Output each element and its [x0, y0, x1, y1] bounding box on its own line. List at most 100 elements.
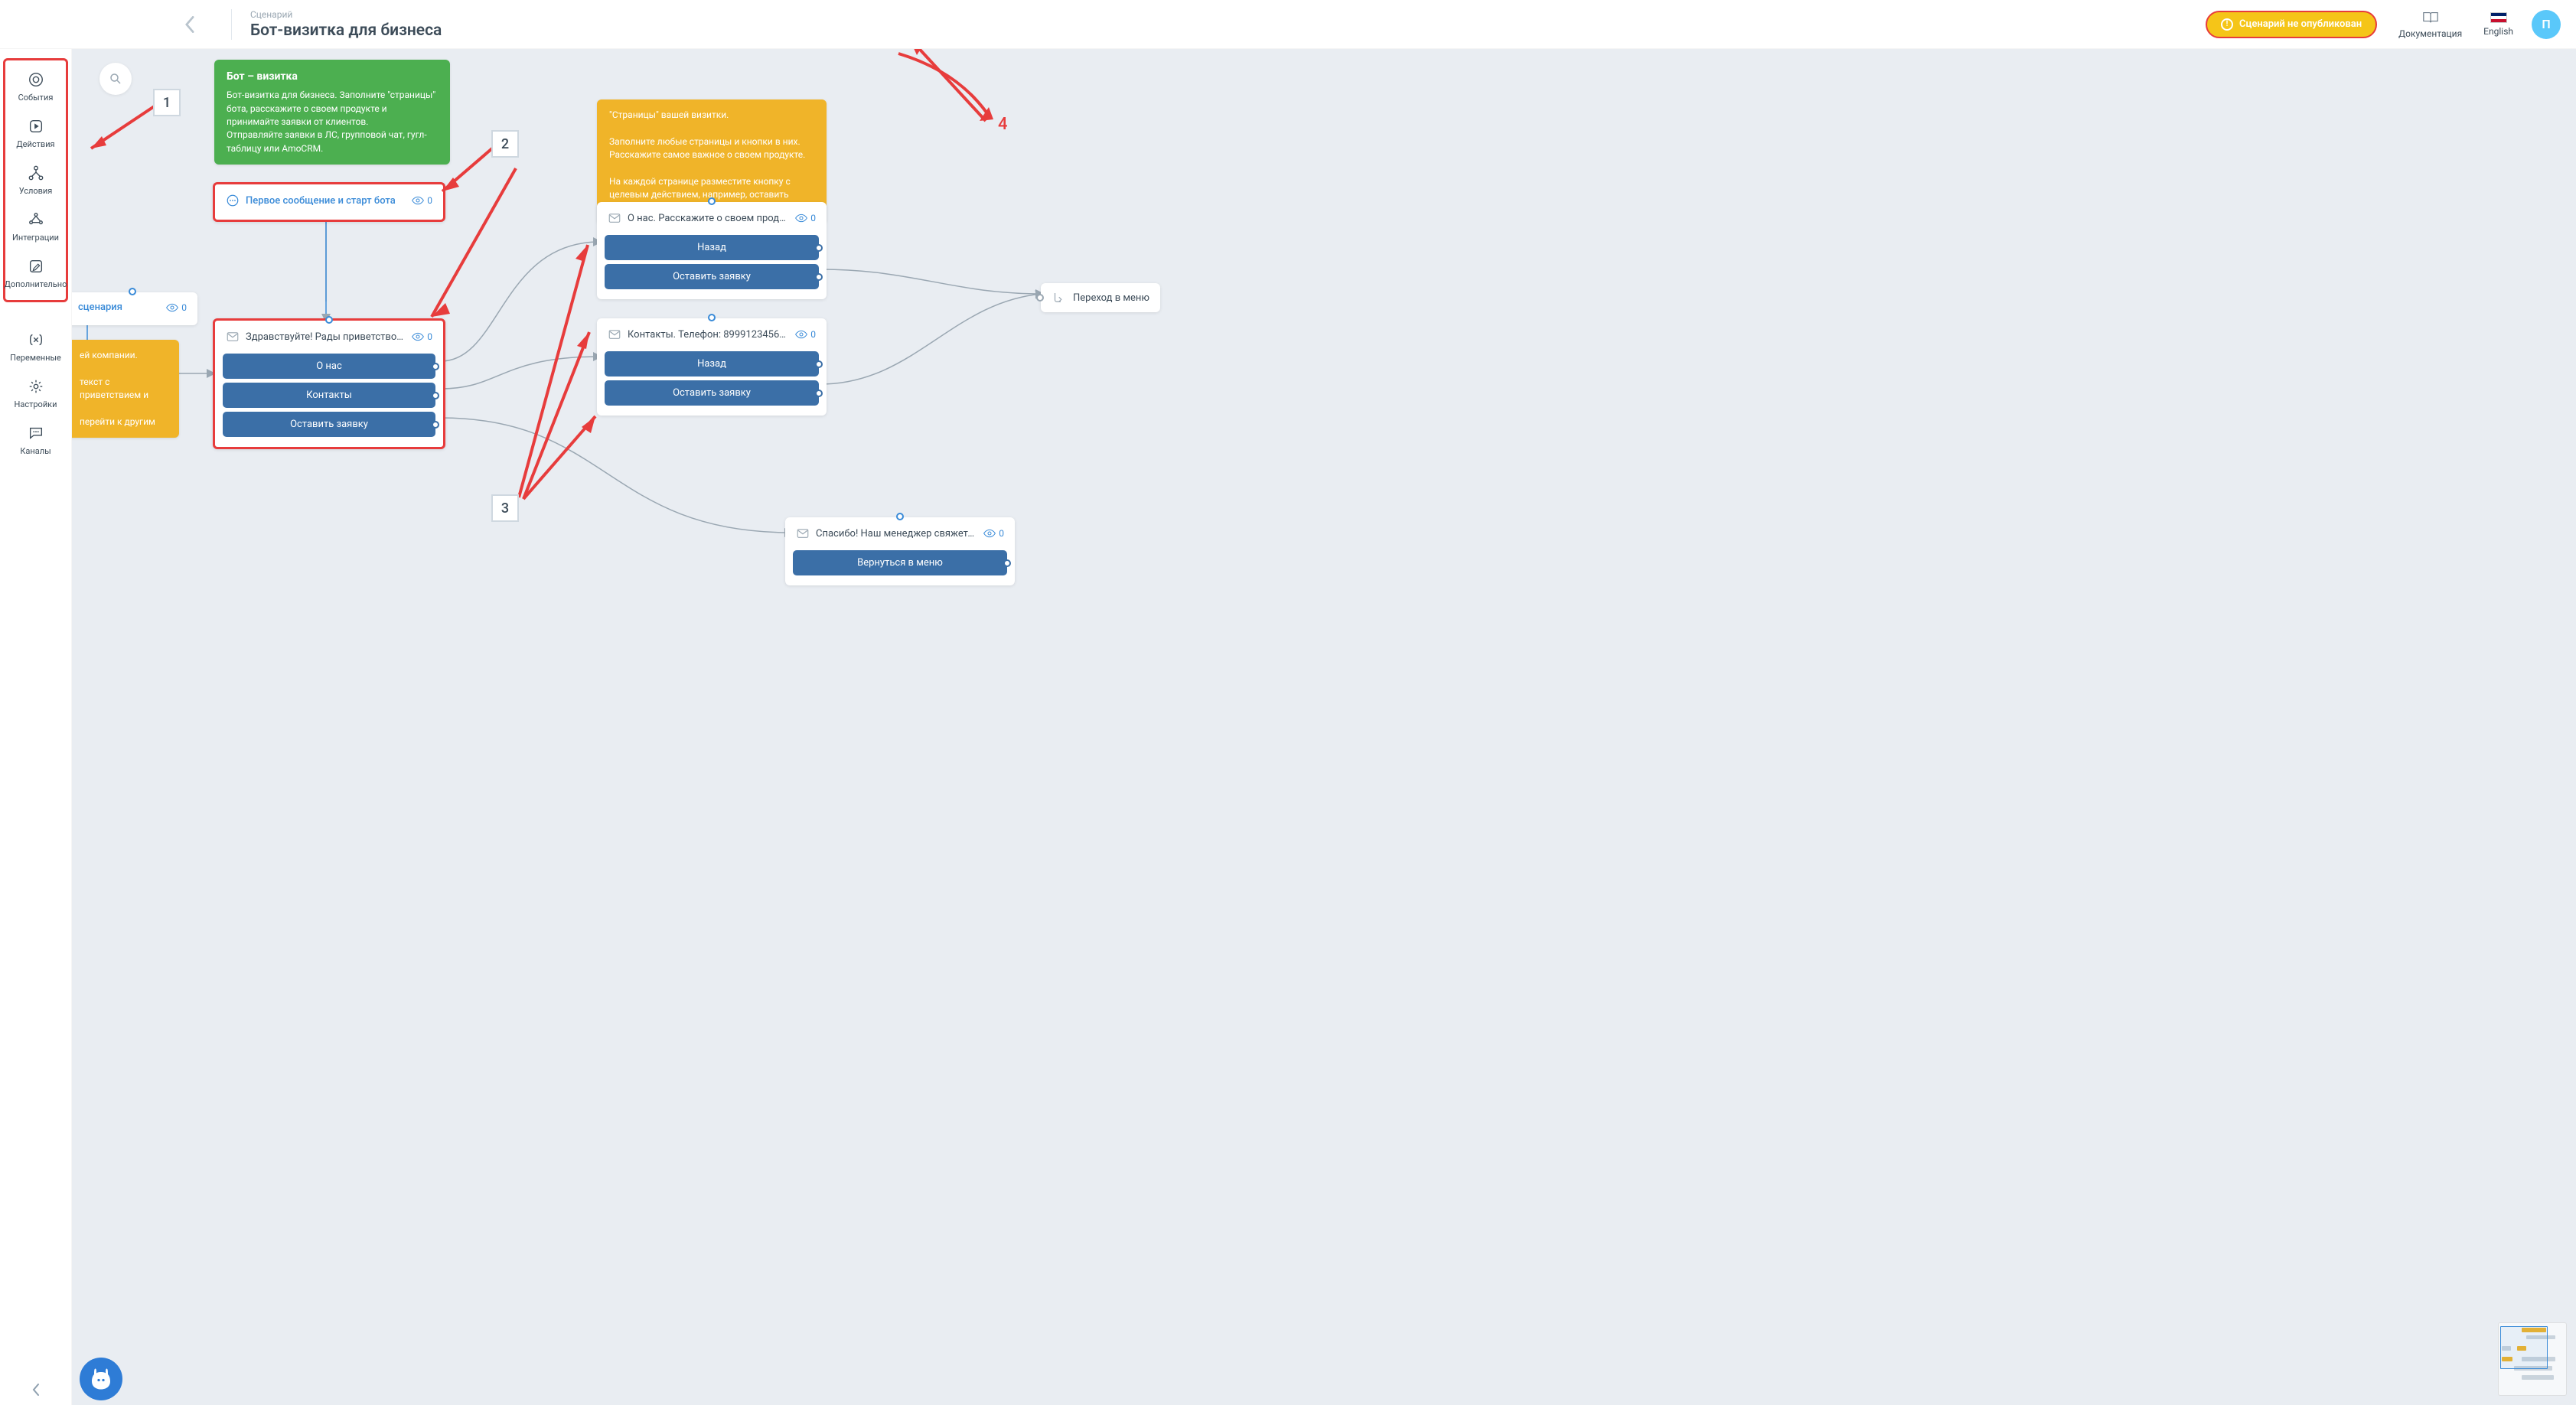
- integration-icon: [28, 211, 44, 228]
- breadcrumb: Сценарий: [250, 9, 442, 20]
- sidebar-item-integrations[interactable]: Интеграции: [5, 204, 66, 250]
- note-title: Бот – визитка: [227, 69, 438, 84]
- sidebar-main-group: События Действия Условия Интеграции Допо…: [3, 58, 68, 302]
- annotation-marker-2: 2: [491, 130, 519, 158]
- note-yellow-left[interactable]: ей компании. текст с приветствием и пере…: [72, 340, 179, 438]
- node-button[interactable]: Вернуться в меню: [793, 550, 1007, 575]
- title-block: Сценарий Бот-визитка для бизнеса: [231, 9, 442, 40]
- views-count: 0: [412, 195, 432, 206]
- chat-icon: [28, 425, 44, 442]
- llama-icon: [87, 1365, 115, 1393]
- sidebar-label: Условия: [19, 186, 53, 196]
- message-icon: [226, 194, 240, 207]
- sidebar-item-events[interactable]: События: [5, 64, 66, 110]
- node-button[interactable]: Контакты: [223, 383, 435, 408]
- action-icon: [28, 118, 44, 135]
- annotation-marker-3: 3: [491, 494, 519, 522]
- user-avatar[interactable]: П: [2532, 10, 2561, 39]
- views-count: 0: [412, 331, 432, 342]
- flow-canvas[interactable]: Бот – визитка Бот-визитка для бизнеса. З…: [72, 49, 2576, 1405]
- connection-lines: [72, 49, 2576, 1405]
- sidebar-item-conditions[interactable]: Условия: [5, 157, 66, 204]
- node-label: сценария: [78, 302, 160, 313]
- app-header: Сценарий Бот-визитка для бизнеса ! Сцена…: [0, 0, 2576, 49]
- book-icon: [2422, 10, 2439, 25]
- sidebar-item-settings[interactable]: Настройки: [0, 370, 71, 417]
- note-body: Бот-визитка для бизнеса. Заполните "стра…: [227, 89, 438, 155]
- annotation-arrow: [516, 324, 600, 508]
- views-count: 0: [983, 528, 1004, 539]
- gear-icon: [28, 378, 44, 395]
- docs-label: Документация: [2398, 28, 2462, 39]
- annotation-marker-4: 4: [998, 115, 1008, 134]
- sidebar: События Действия Условия Интеграции Допо…: [0, 49, 72, 1405]
- annotation-arrow: [853, 49, 1006, 133]
- collapse-sidebar-button[interactable]: [0, 1384, 72, 1396]
- node-label: Первое сообщение и старт бота: [246, 195, 406, 207]
- mail-icon: [608, 328, 621, 341]
- node-button[interactable]: Оставить заявку: [605, 380, 819, 406]
- publish-status-badge[interactable]: ! Сценарий не опубликован: [2206, 11, 2377, 38]
- sidebar-item-variables[interactable]: Переменные: [0, 324, 71, 370]
- node-goto-menu[interactable]: Переход в меню: [1041, 283, 1160, 312]
- search-icon: [109, 72, 122, 86]
- back-button[interactable]: [176, 11, 204, 38]
- node-button[interactable]: Назад: [605, 235, 819, 260]
- sidebar-item-extra[interactable]: Дополнительно: [5, 250, 66, 297]
- node-label: Спасибо! Наш менеджер свяжется с вами в…: [816, 528, 977, 540]
- chevron-left-icon: [184, 16, 195, 33]
- sidebar-label: Действия: [16, 139, 54, 149]
- sidebar-label: Дополнительно: [5, 279, 67, 289]
- sidebar-label: События: [18, 93, 54, 103]
- variable-icon: [28, 331, 44, 348]
- sidebar-item-actions[interactable]: Действия: [5, 110, 66, 157]
- node-welcome[interactable]: Здравствуйте! Рады приветствовать вас в …: [213, 318, 445, 449]
- node-button[interactable]: Оставить заявку: [605, 264, 819, 289]
- node-scenario-edge[interactable]: сценария 0: [72, 292, 197, 325]
- branch-icon: [28, 165, 44, 181]
- language-label: English: [2483, 26, 2513, 37]
- annotation-marker-1: 1: [153, 89, 181, 116]
- node-thanks[interactable]: Спасибо! Наш менеджер свяжется с вами в……: [785, 517, 1015, 585]
- uk-flag-icon: [2490, 12, 2507, 23]
- node-button[interactable]: Назад: [605, 351, 819, 377]
- mail-icon: [796, 526, 810, 540]
- note-body: ей компании. текст с приветствием и пере…: [80, 349, 167, 429]
- sidebar-label: Настройки: [15, 399, 57, 409]
- views-count: 0: [795, 213, 816, 223]
- publish-status-label: Сценарий не опубликован: [2239, 18, 2362, 30]
- assistant-bubble[interactable]: [80, 1358, 122, 1400]
- target-icon: [28, 71, 44, 88]
- edit-icon: [28, 258, 44, 275]
- canvas-search-button[interactable]: [99, 63, 132, 95]
- node-button[interactable]: О нас: [223, 354, 435, 379]
- node-label: Переход в меню: [1073, 292, 1149, 304]
- avatar-letter: П: [2542, 17, 2550, 31]
- annotation-arrow: [508, 237, 600, 505]
- sidebar-label: Переменные: [10, 353, 61, 363]
- docs-link[interactable]: Документация: [2398, 10, 2462, 39]
- node-label: О нас. Расскажите о своем продукте. Вы м…: [628, 213, 789, 224]
- annotation-arrow: [871, 49, 993, 129]
- chevron-left-icon: [31, 1384, 41, 1396]
- redirect-icon: [1052, 291, 1065, 305]
- node-about[interactable]: О нас. Расскажите о своем продукте. Вы м…: [597, 202, 827, 299]
- warning-icon: !: [2221, 18, 2233, 31]
- node-button[interactable]: Оставить заявку: [223, 412, 435, 437]
- sidebar-label: Каналы: [20, 446, 51, 456]
- mail-icon: [608, 211, 621, 225]
- node-start[interactable]: Первое сообщение и старт бота 0: [213, 182, 445, 222]
- language-switch[interactable]: English: [2483, 12, 2513, 37]
- minimap[interactable]: [2498, 1322, 2567, 1396]
- node-label: Контакты. Телефон: 89991234567 Наш адр…: [628, 329, 789, 341]
- note-green[interactable]: Бот – визитка Бот-визитка для бизнеса. З…: [214, 60, 450, 165]
- page-title: Бот-визитка для бизнеса: [250, 21, 442, 40]
- views-count: 0: [166, 302, 187, 313]
- sidebar-item-channels[interactable]: Каналы: [0, 417, 71, 464]
- node-label: Здравствуйте! Рады приветствовать вас в …: [246, 331, 406, 343]
- annotation-arrow: [516, 409, 608, 508]
- sidebar-label: Интеграции: [12, 233, 59, 243]
- mail-icon: [226, 330, 240, 344]
- node-contacts[interactable]: Контакты. Телефон: 89991234567 Наш адр… …: [597, 318, 827, 416]
- views-count: 0: [795, 329, 816, 340]
